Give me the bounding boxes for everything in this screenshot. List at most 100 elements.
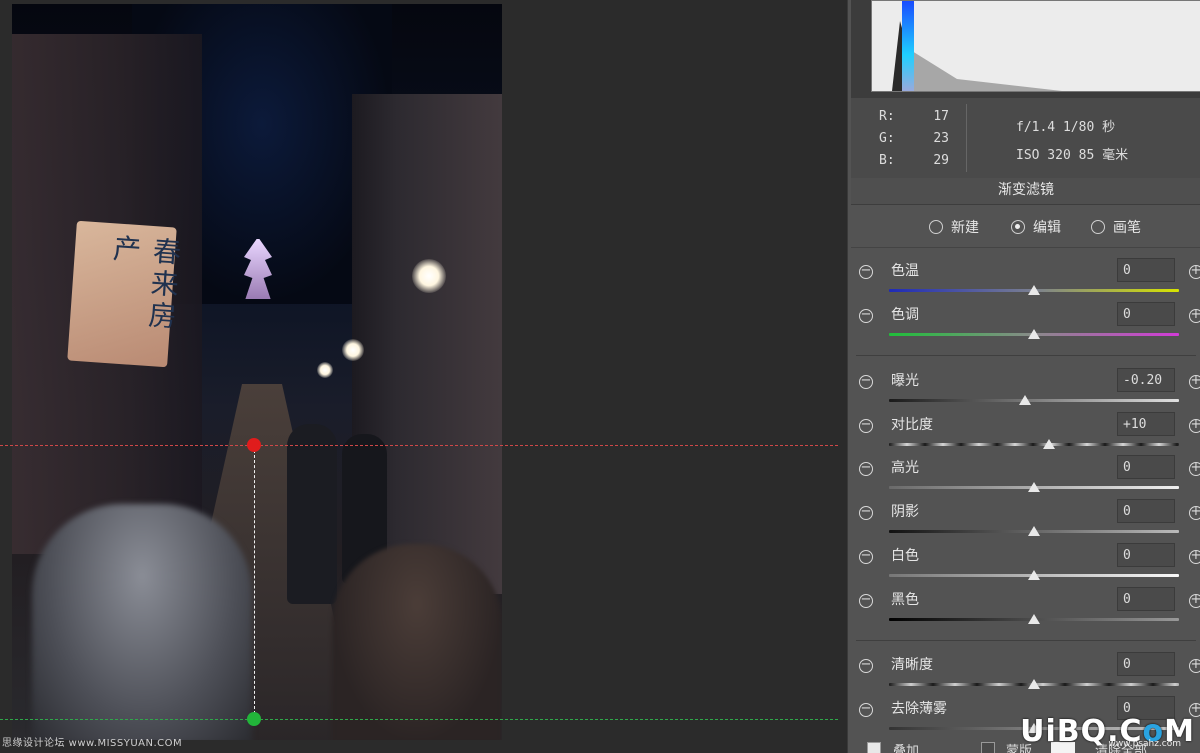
radio-selected-icon[interactable]: [1011, 220, 1025, 234]
slider-row: − 色温 0 +: [851, 258, 1200, 302]
slider-track[interactable]: [889, 399, 1179, 402]
gradient-end-pin[interactable]: [247, 712, 261, 726]
histogram-graph: [871, 0, 1200, 92]
lamp-light: [317, 362, 333, 378]
photo-night-street: 春来房产: [12, 4, 502, 740]
gradient-start-pin[interactable]: [247, 438, 261, 452]
divider: [856, 355, 1196, 356]
image-canvas[interactable]: 春来房产 思缘设计论坛 www.MISSYUAN.COM: [0, 0, 845, 753]
rgb-value: 29: [933, 153, 949, 168]
minus-icon[interactable]: −: [859, 461, 873, 476]
radio-icon[interactable]: [929, 220, 943, 234]
mode-edit[interactable]: 编辑: [1011, 217, 1061, 237]
blurred-person: [32, 504, 252, 740]
slider-row: − 阴影 0 +: [851, 499, 1200, 543]
minus-icon[interactable]: −: [859, 308, 873, 323]
mode-selector: 新建 编辑 画笔: [851, 205, 1200, 248]
logo-subtext: www.psahz.com: [1108, 739, 1181, 749]
mode-label: 编辑: [1033, 220, 1061, 236]
minus-icon[interactable]: −: [859, 418, 873, 433]
plus-icon[interactable]: +: [1189, 461, 1200, 476]
panel-title: 渐变滤镜: [851, 178, 1200, 205]
slider-thumb[interactable]: [1028, 285, 1040, 295]
mask-checkbox[interactable]: [981, 742, 995, 753]
slider-thumb[interactable]: [1028, 329, 1040, 339]
shop-sign: 春来房产: [67, 220, 183, 368]
minus-icon[interactable]: −: [859, 374, 873, 389]
minus-icon[interactable]: −: [859, 593, 873, 608]
slider-row: − 黑色 0 +: [851, 587, 1200, 631]
rgb-value: 23: [933, 131, 949, 146]
slider-label: 对比度: [891, 417, 933, 433]
plus-icon[interactable]: +: [1189, 374, 1200, 389]
slider-thumb[interactable]: [1028, 570, 1040, 580]
slider-value-input[interactable]: 0: [1117, 302, 1175, 326]
slider-value-input[interactable]: 0: [1117, 543, 1175, 567]
overlay-checkbox[interactable]: [867, 742, 881, 753]
pixel-info: R: 17 G: 23 B: 29 f/1.4 1/80 秒 ISO 320 85 毫…: [851, 98, 1200, 179]
plus-icon[interactable]: +: [1189, 308, 1200, 323]
slider-row: − 高光 0 +: [851, 455, 1200, 499]
minus-icon[interactable]: −: [859, 505, 873, 520]
slider-value-input[interactable]: -0.20: [1117, 368, 1175, 392]
exif-line: ISO 320 85 毫米: [1016, 148, 1129, 163]
plus-icon[interactable]: +: [1189, 264, 1200, 279]
slider-row: − 白色 0 +: [851, 543, 1200, 587]
shop-sign-text: 春来房产: [107, 233, 184, 334]
mode-new[interactable]: 新建: [929, 217, 979, 237]
plus-icon[interactable]: +: [1189, 549, 1200, 564]
site-logo: UiBQ.CoM www.psahz.com: [1020, 714, 1195, 749]
slider-value-input[interactable]: 0: [1117, 499, 1175, 523]
slider-value-input[interactable]: 0: [1117, 652, 1175, 676]
slider-row: − 对比度 +10 +: [851, 412, 1200, 456]
gradient-start-line[interactable]: [0, 445, 838, 446]
plus-icon[interactable]: +: [1189, 658, 1200, 673]
minus-icon[interactable]: −: [859, 702, 873, 717]
rgb-label: G:: [879, 131, 895, 146]
slider-value-input[interactable]: +10: [1117, 412, 1175, 436]
slider-value-input[interactable]: 0: [1117, 587, 1175, 611]
slider-label: 高光: [891, 460, 919, 476]
mode-label: 新建: [951, 220, 979, 236]
slider-thumb[interactable]: [1019, 395, 1032, 405]
slider-thumb[interactable]: [1042, 439, 1055, 449]
slider-label: 黑色: [891, 592, 919, 608]
radio-icon[interactable]: [1091, 220, 1105, 234]
gradient-center-line[interactable]: [254, 445, 255, 719]
minus-icon[interactable]: −: [859, 264, 873, 279]
mode-brush[interactable]: 画笔: [1091, 217, 1141, 237]
slider-thumb[interactable]: [1028, 526, 1040, 536]
slider-label: 色调: [891, 307, 919, 323]
overlay-label: 叠加: [893, 744, 920, 753]
slider-value-input[interactable]: 0: [1117, 258, 1175, 282]
slider-label: 白色: [891, 548, 919, 564]
rgb-readout: R: 17 G: 23 B: 29: [879, 106, 949, 172]
slider-label: 清晰度: [891, 657, 933, 673]
exif-line: f/1.4 1/80 秒: [1016, 120, 1116, 135]
plus-icon[interactable]: +: [1189, 418, 1200, 433]
slider-row: − 清晰度 0 +: [851, 652, 1200, 696]
slider-label: 去除薄雾: [891, 701, 947, 717]
rgb-label: B:: [879, 153, 895, 168]
plus-icon[interactable]: +: [1189, 593, 1200, 608]
plus-icon[interactable]: +: [1189, 505, 1200, 520]
minus-icon[interactable]: −: [859, 549, 873, 564]
slider-label: 色温: [891, 263, 919, 279]
divider: [966, 104, 967, 172]
slider-track[interactable]: [889, 443, 1179, 446]
slider-thumb[interactable]: [1028, 482, 1040, 492]
blurred-person: [332, 544, 502, 740]
watermark-text: 思缘设计论坛 www.MISSYUAN.COM: [2, 738, 183, 749]
rgb-value: 17: [933, 109, 949, 124]
slider-thumb[interactable]: [1028, 614, 1040, 624]
exif-info: f/1.4 1/80 秒 ISO 320 85 毫米: [1016, 114, 1128, 170]
lamp-light: [342, 339, 364, 361]
minus-icon[interactable]: −: [859, 658, 873, 673]
slider-thumb[interactable]: [1028, 679, 1040, 689]
slider-value-input[interactable]: 0: [1117, 455, 1175, 479]
gradient-end-line[interactable]: [0, 719, 838, 720]
slider-row: − 色调 0 +: [851, 302, 1200, 346]
divider: [856, 640, 1196, 641]
lamp-light: [412, 259, 446, 293]
slider-row: − 曝光 -0.20 +: [851, 368, 1200, 412]
